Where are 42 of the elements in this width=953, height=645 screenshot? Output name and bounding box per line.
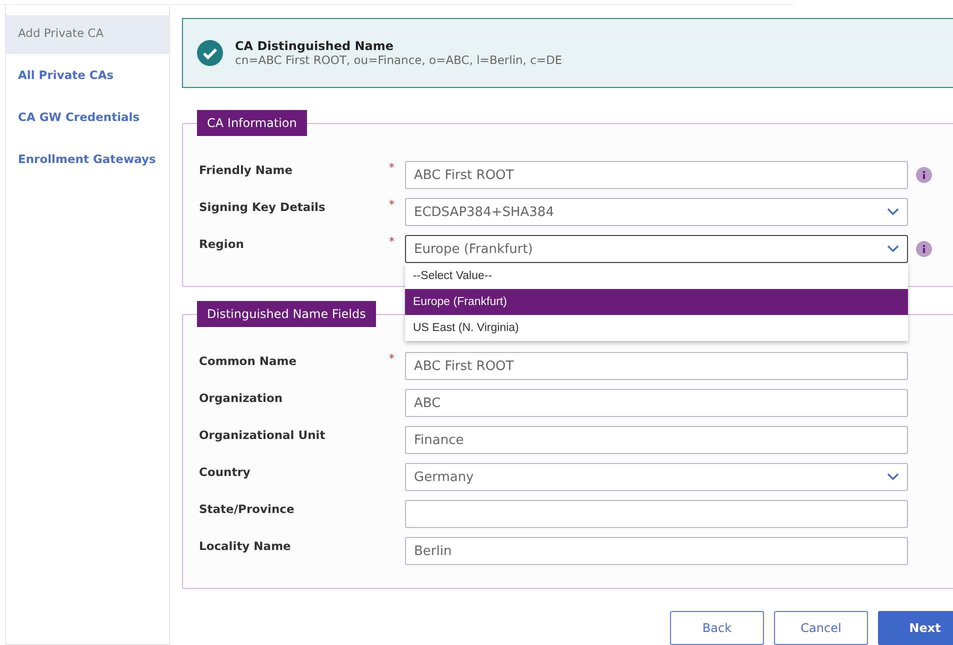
- required-mark: *: [389, 235, 396, 248]
- text-field[interactable]: ABC: [405, 389, 908, 417]
- field-label: State/Province: [199, 501, 296, 516]
- form-button[interactable]: Back: [670, 611, 764, 645]
- sidebar-item[interactable]: CA GW Credentials: [6, 99, 169, 138]
- select-field[interactable]: Germany: [405, 463, 908, 491]
- required-mark: *: [389, 161, 396, 174]
- sidebar-item[interactable]: Enrollment Gateways: [6, 141, 169, 180]
- text-field[interactable]: ABC First ROOT: [405, 352, 908, 380]
- select-field[interactable]: ECDSAP384+SHA384: [405, 198, 908, 226]
- section-legend: CA Information: [197, 110, 307, 136]
- check-circle-icon: [197, 40, 223, 66]
- text-field[interactable]: ABC First ROOT: [405, 161, 908, 189]
- chevron-down-icon: [887, 245, 899, 253]
- field-label: Organizational Unit: [199, 427, 326, 442]
- required-mark: *: [389, 198, 396, 211]
- text-field[interactable]: Finance: [405, 426, 908, 454]
- field-label: Signing Key Details: [199, 199, 326, 214]
- dropdown-option[interactable]: Europe (Frankfurt): [405, 289, 908, 315]
- required-mark: *: [389, 352, 396, 365]
- field-label: Region: [199, 236, 245, 251]
- banner-text: cn=ABC First ROOT, ou=Finance, o=ABC, l=Berlin, c=DE: [235, 53, 562, 67]
- field-label: Locality Name: [199, 538, 292, 553]
- field-label: Country: [199, 464, 252, 479]
- dropdown-option[interactable]: --Select Value--: [405, 263, 908, 289]
- select-field[interactable]: Europe (Frankfurt): [405, 235, 908, 263]
- field-label: Organization: [199, 390, 284, 405]
- dropdown-option[interactable]: US East (N. Virginia): [405, 315, 908, 341]
- form-button[interactable]: Cancel: [774, 611, 868, 645]
- field-label: Friendly Name: [199, 162, 294, 177]
- sidebar-item[interactable]: Add Private CA: [6, 15, 169, 54]
- section-legend: Distinguished Name Fields: [197, 301, 376, 327]
- chevron-down-icon: [887, 208, 899, 216]
- text-field[interactable]: [405, 500, 908, 528]
- banner-title: CA Distinguished Name: [235, 39, 395, 53]
- field-label: Common Name: [199, 353, 298, 368]
- sidebar-item[interactable]: All Private CAs: [6, 57, 169, 96]
- info-icon[interactable]: [916, 167, 932, 183]
- next-button[interactable]: Next: [878, 611, 953, 645]
- chevron-down-icon: [887, 473, 899, 481]
- text-field[interactable]: Berlin: [405, 537, 908, 565]
- info-icon[interactable]: [916, 241, 932, 257]
